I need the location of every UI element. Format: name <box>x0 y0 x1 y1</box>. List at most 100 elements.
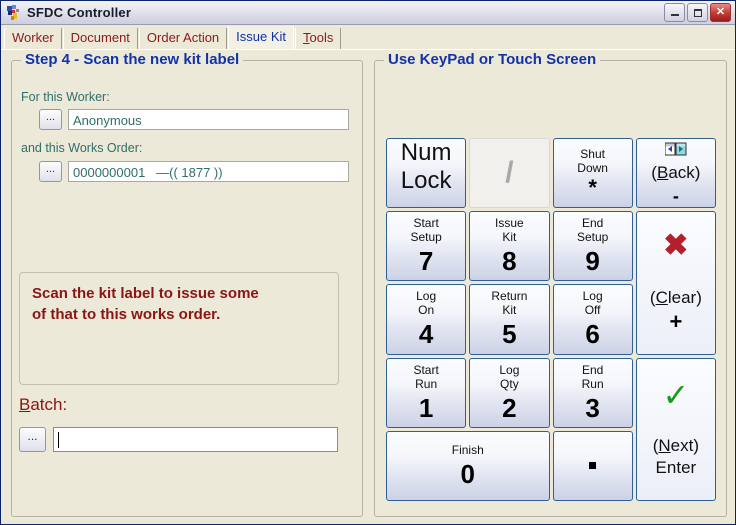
key-shut-down-symbol: * <box>588 174 597 200</box>
key-1-start-run[interactable]: Start Run 1 <box>386 357 467 428</box>
decimal-point-icon <box>589 462 597 470</box>
key-4-digit: 4 <box>418 319 434 350</box>
works-order-label: and this Works Order: <box>21 141 143 155</box>
tab-document-label: Document <box>70 30 130 45</box>
instruction-box: Scan the kit label to issue some of that… <box>19 272 339 385</box>
step-panel-title: Step 4 - Scan the new kit label <box>21 51 244 68</box>
tab-worker[interactable]: Worker <box>4 28 62 49</box>
tab-strip: Worker Document Order Action Issue Kit T… <box>1 25 735 49</box>
key-0-digit: 0 <box>460 458 475 489</box>
key-8-issue-kit[interactable]: Issue Kit 8 <box>469 211 550 282</box>
key-8-line1: Issue <box>495 216 524 231</box>
tab-issue-kit[interactable]: Issue Kit <box>228 26 295 49</box>
back-window-icon <box>664 142 687 158</box>
key-divide: / <box>469 138 550 209</box>
key-back-label: ack) <box>668 163 701 183</box>
instruction-text: Scan the kit label to issue some of that… <box>32 285 259 323</box>
check-mark-icon: ✓ <box>662 377 690 414</box>
key-back[interactable]: (Back) - <box>635 138 716 209</box>
key-9-line2: Setup <box>576 230 609 245</box>
key-4-line2: On <box>418 303 435 318</box>
key-1-line2: Run <box>415 376 438 391</box>
x-mark-icon: ✖ <box>663 229 689 263</box>
key-3-end-run[interactable]: End Run 3 <box>552 357 633 428</box>
key-7-start-setup[interactable]: Start Setup 7 <box>386 211 467 282</box>
key-3-line2: Run <box>581 376 604 391</box>
window-title: SFDC Controller <box>27 5 132 20</box>
app-icon <box>5 4 23 22</box>
key-shut-down[interactable]: Shut Down * <box>552 138 633 209</box>
key-0-finish[interactable]: Finish 0 <box>386 430 550 501</box>
worker-label: For this Worker: <box>21 90 110 104</box>
key-shut-down-line2: Down <box>577 160 608 175</box>
minimize-button[interactable] <box>664 3 685 22</box>
key-7-line1: Start <box>413 216 439 231</box>
key-5-line2: Kit <box>502 303 517 318</box>
keypad-panel-title: Use KeyPad or Touch Screen <box>384 51 601 68</box>
key-6-line1: Log <box>582 289 603 304</box>
key-0-line1: Finish <box>451 442 484 457</box>
key-7-line2: Setup <box>410 230 442 245</box>
key-shut-down-line1: Shut <box>580 146 605 161</box>
key-4-log-on[interactable]: Log On 4 <box>386 284 467 355</box>
key-clear-plus: + <box>669 309 683 335</box>
key-clear-label: lear) <box>667 288 702 308</box>
key-1-line1: Start <box>413 362 439 377</box>
worker-browse-button[interactable]: ... <box>39 109 62 130</box>
key-num-lock[interactable]: Num Lock ... <box>386 138 467 209</box>
key-5-digit: 5 <box>502 319 517 350</box>
key-3-digit: 3 <box>585 392 600 423</box>
key-next-enter[interactable]: ✓ (Next) Enter <box>635 357 716 501</box>
batch-label-rest: atch: <box>30 395 68 414</box>
client-area: Step 4 - Scan the new kit label For this… <box>1 49 735 524</box>
key-enter-label: Enter <box>655 458 697 478</box>
close-button[interactable]: ✕ <box>710 3 731 22</box>
works-order-browse-button[interactable]: ... <box>39 161 62 182</box>
tab-document[interactable]: Document <box>62 28 138 49</box>
key-6-digit: 6 <box>585 319 600 350</box>
key-9-line1: End <box>581 216 604 231</box>
key-9-digit: 9 <box>585 246 600 277</box>
title-bar: SFDC Controller ✕ <box>1 1 735 25</box>
key-5-line1: Return <box>491 289 528 304</box>
key-4-line1: Log <box>416 289 437 304</box>
close-icon: ✕ <box>715 6 726 18</box>
batch-browse-button[interactable]: ... <box>19 427 46 452</box>
key-num-lock-tiny: ... <box>421 198 431 208</box>
tab-tools-label: ools <box>309 30 334 45</box>
tab-order-action[interactable]: Order Action <box>138 28 228 49</box>
key-8-line2: Kit <box>502 230 517 245</box>
key-7-digit: 7 <box>418 246 434 277</box>
key-next-label: ext) <box>670 436 700 456</box>
key-5-return-kit[interactable]: Return Kit 5 <box>469 284 550 355</box>
sfdc-controller-window: SFDC Controller ✕ Worker Document Order … <box>0 0 736 525</box>
key-back-accel: B <box>656 163 669 183</box>
key-decimal-point[interactable] <box>552 430 633 501</box>
key-6-line2: Off <box>584 303 601 318</box>
key-2-log-qty[interactable]: Log Qty 2 <box>469 357 550 428</box>
works-order-input[interactable]: 0000000001 —(( 1877 )) <box>68 161 349 182</box>
key-clear[interactable]: ✖ (Clear) + <box>635 211 716 355</box>
key-next-accel: N <box>658 436 671 456</box>
tab-tools[interactable]: Tools <box>295 28 342 49</box>
key-divide-glyph: / <box>505 156 514 190</box>
tab-order-action-label: Order Action <box>146 30 220 45</box>
key-2-line1: Log <box>499 362 520 377</box>
worker-input[interactable]: Anonymous <box>68 109 349 130</box>
key-num-lock-line1: Num <box>400 138 452 166</box>
tab-issue-kit-label: Issue Kit <box>236 29 287 44</box>
key-back-minus: - <box>672 186 679 207</box>
key-1-digit: 1 <box>418 392 434 423</box>
key-3-line1: End <box>581 362 604 377</box>
key-8-digit: 8 <box>502 246 517 277</box>
text-caret <box>58 431 59 448</box>
maximize-button[interactable] <box>687 3 708 22</box>
batch-input[interactable] <box>53 427 338 452</box>
batch-label-accel: B <box>19 395 31 414</box>
key-clear-accel: C <box>655 288 668 308</box>
key-9-end-setup[interactable]: End Setup 9 <box>552 211 633 282</box>
batch-label: Batch: <box>19 395 67 415</box>
key-2-line2: Qty <box>500 376 519 391</box>
key-num-lock-line2: Lock <box>400 166 452 194</box>
key-6-log-off[interactable]: Log Off 6 <box>552 284 633 355</box>
